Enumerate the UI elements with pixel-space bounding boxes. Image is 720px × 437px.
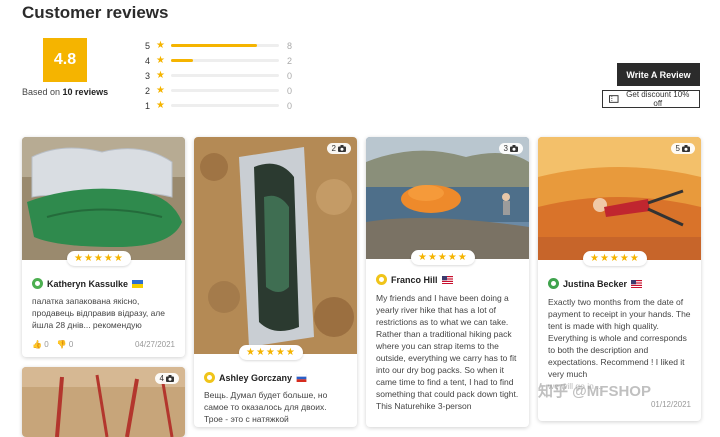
review-stars: ★★★★★ — [67, 251, 131, 266]
review-photo[interactable] — [22, 137, 185, 260]
photo-count-badge: 3 — [498, 143, 523, 154]
camera-icon — [510, 145, 518, 152]
author-name: Justina Becker — [563, 278, 628, 289]
page-title: Customer reviews — [22, 3, 169, 22]
photo-count-badge: 4 — [154, 373, 179, 384]
photo-count: 4 — [159, 374, 164, 383]
review-author: Katheryn Kassulke — [32, 278, 144, 289]
rating-row-count: 8 — [287, 40, 293, 51]
write-review-button[interactable]: Write A Review — [617, 63, 700, 86]
dislike-button[interactable]: 👎 0 — [57, 340, 74, 349]
review-text: Вещь. Думал будет больше, но самое то ок… — [204, 390, 328, 424]
review-date: 01/12/2021 — [650, 400, 691, 409]
rating-bar-track — [171, 44, 279, 47]
review-photo[interactable] — [538, 137, 701, 260]
rating-bar-track — [171, 89, 279, 92]
photo-count-badge: 2 — [326, 143, 351, 154]
camera-icon — [166, 375, 174, 382]
watermark: 知乎 @MFSHOP — [538, 383, 651, 400]
rating-row-count: 0 — [287, 100, 293, 111]
based-on-label: Based on — [22, 87, 61, 97]
camera-icon — [338, 145, 346, 152]
rating-bar-track — [171, 74, 279, 77]
review-card[interactable]: 3 ★★★★★ Franco Hill My friends and I hav… — [366, 137, 529, 427]
photo-count: 3 — [503, 144, 508, 153]
avatar — [32, 278, 43, 289]
review-photo[interactable] — [366, 137, 529, 259]
rating-row-count: 0 — [287, 70, 293, 81]
camera-icon — [682, 145, 690, 152]
rating-row-stars: 2 — [145, 85, 151, 96]
star-icon: ★ — [156, 85, 165, 96]
review-card[interactable]: 5 ★★★★★ Justina Becker Exactly two month… — [538, 137, 701, 421]
author-name: Franco Hill — [391, 274, 438, 285]
rating-row-stars: 4 — [145, 55, 151, 66]
coupon-icon — [609, 95, 619, 103]
rating-row-stars: 1 — [145, 100, 151, 111]
review-author: Ashley Gorczany — [204, 372, 307, 383]
us-flag-icon — [441, 275, 453, 284]
rating-bar-track — [171, 104, 279, 107]
rating-row-stars: 5 — [145, 40, 151, 51]
review-text: My friends and I have been doing a yearl… — [376, 293, 519, 411]
review-votes: 👍 0 👎 0 — [32, 340, 73, 349]
review-stars: ★★★★★ — [239, 345, 303, 360]
photo-count-badge: 5 — [670, 143, 695, 154]
russia-flag-icon — [296, 373, 307, 382]
average-rating-badge: 4.8 — [43, 38, 87, 82]
star-icon: ★ — [156, 40, 165, 51]
star-icon: ★ — [156, 70, 165, 81]
photo-count: 2 — [331, 144, 336, 153]
rating-row-2[interactable]: 2 ★ 0 — [145, 83, 295, 98]
avatar — [376, 274, 387, 285]
star-icon: ★ — [156, 100, 165, 111]
rating-row-stars: 3 — [145, 70, 151, 81]
rating-row-4[interactable]: 4 ★ 2 — [145, 53, 295, 68]
author-name: Katheryn Kassulke — [47, 278, 129, 289]
review-card[interactable]: 2 ★★★★★ Ashley Gorczany Вещь. Думал буде… — [194, 137, 357, 427]
like-button[interactable]: 👍 0 — [32, 340, 49, 349]
rating-bar-fill — [171, 59, 193, 62]
dislike-count: 0 — [68, 340, 74, 349]
rating-breakdown: 5 ★ 8 4 ★ 2 3 ★ 0 2 ★ 0 1 ★ 0 — [145, 38, 295, 113]
star-icon: ★ — [156, 55, 165, 66]
ukraine-flag-icon — [132, 279, 144, 288]
us-flag-icon — [631, 279, 643, 288]
review-card[interactable]: 4 — [22, 367, 185, 437]
review-text: Exactly two months from the date of paym… — [548, 297, 691, 379]
like-count: 0 — [44, 340, 49, 349]
rating-row-5[interactable]: 5 ★ 8 — [145, 38, 295, 53]
discount-label: Get discount 10% off — [626, 90, 690, 108]
rating-bar-track — [171, 59, 279, 62]
rating-row-3[interactable]: 3 ★ 0 — [145, 68, 295, 83]
avatar — [548, 278, 559, 289]
review-stars: ★★★★★ — [411, 250, 475, 265]
rating-row-1[interactable]: 1 ★ 0 — [145, 98, 295, 113]
discount-button[interactable]: Get discount 10% off — [602, 90, 700, 108]
review-text: палатка запакована якісно, продавець від… — [32, 296, 165, 330]
review-date: 04/27/2021 — [134, 340, 175, 349]
author-name: Ashley Gorczany — [219, 372, 293, 383]
rating-row-count: 0 — [287, 85, 293, 96]
review-author: Franco Hill — [376, 274, 453, 285]
review-photo[interactable] — [194, 137, 357, 354]
photo-count: 5 — [675, 144, 680, 153]
avatar — [204, 372, 215, 383]
rating-row-count: 2 — [287, 55, 293, 66]
review-card[interactable]: ★★★★★ Katheryn Kassulke палатка запакова… — [22, 137, 185, 357]
rating-bar-fill — [171, 44, 258, 47]
review-count-value: 10 reviews — [62, 87, 109, 97]
review-count-text: Based on 10 reviews — [22, 87, 108, 97]
review-author: Justina Becker — [548, 278, 643, 289]
review-stars: ★★★★★ — [583, 251, 647, 266]
